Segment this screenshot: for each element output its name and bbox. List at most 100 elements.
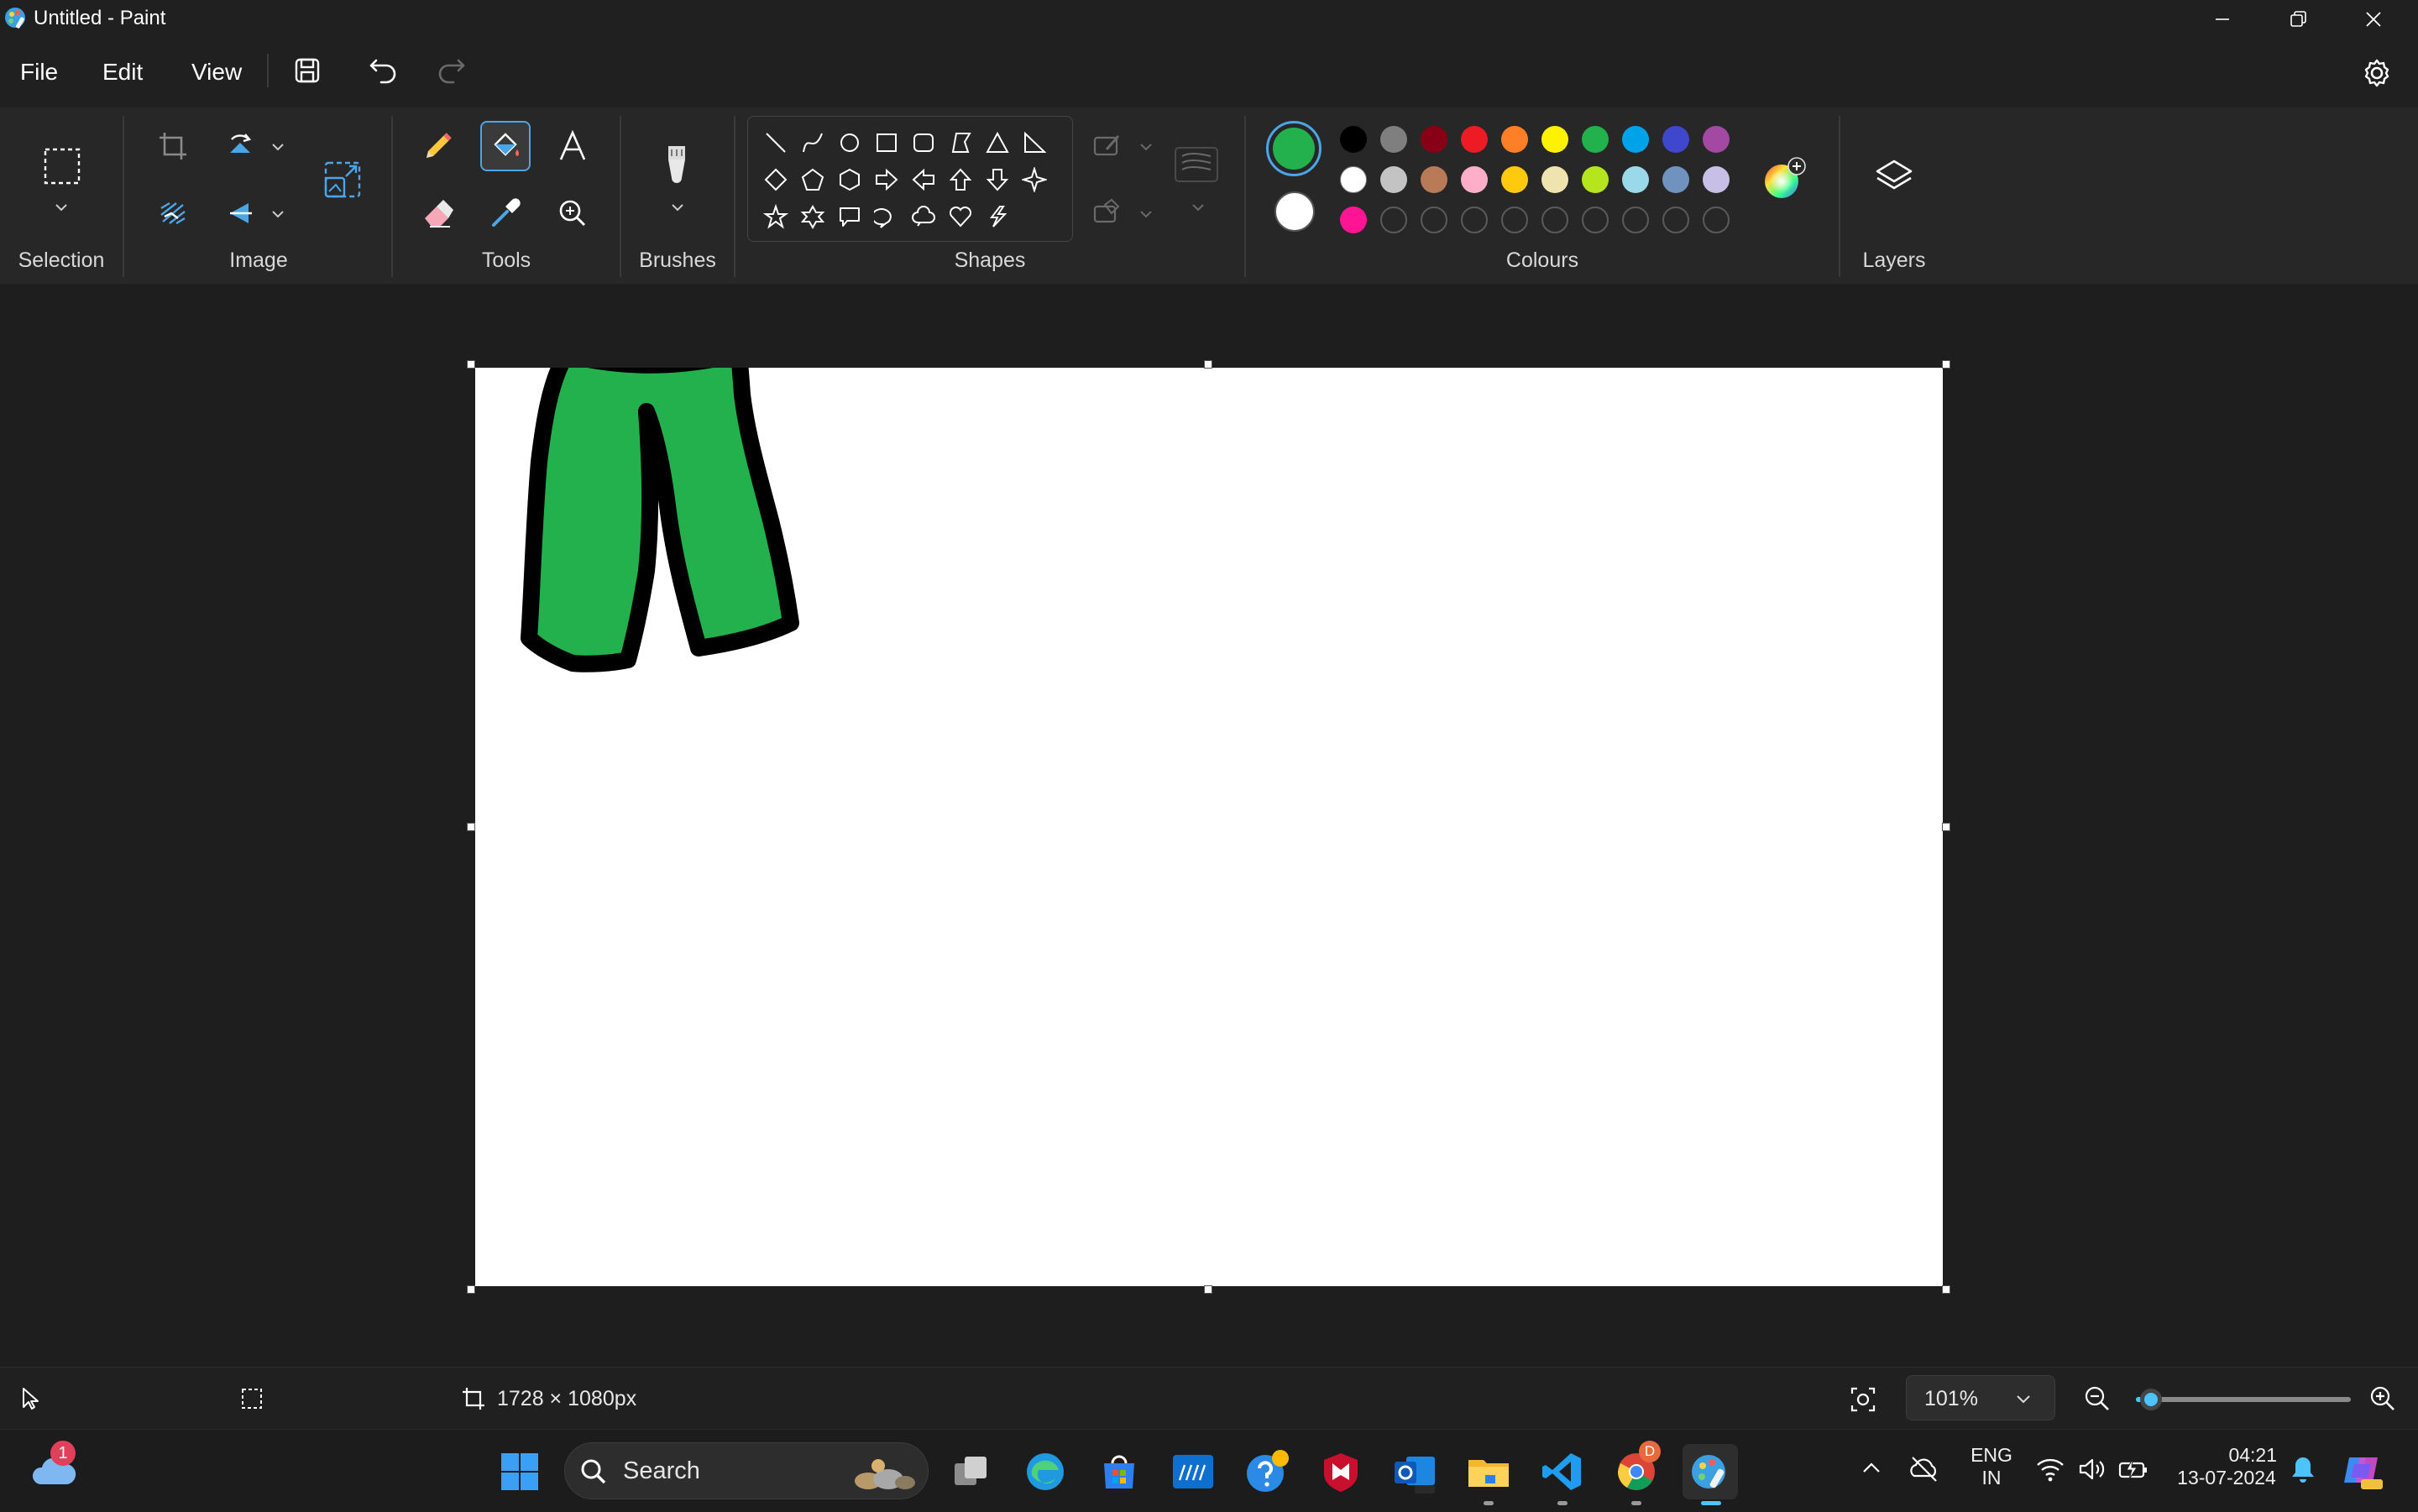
- minimize-button[interactable]: [2185, 0, 2260, 39]
- canvas-handle-top-right[interactable]: [1942, 360, 1950, 369]
- colour-swatch[interactable]: [1703, 126, 1730, 153]
- redo-button[interactable]: [433, 52, 468, 87]
- custom-colour-slot[interactable]: [1622, 207, 1649, 233]
- colour-swatch[interactable]: [1662, 166, 1689, 193]
- colour-swatch[interactable]: [1340, 207, 1367, 233]
- menu-edit[interactable]: Edit: [94, 55, 151, 89]
- heart-shape-icon[interactable]: [942, 198, 979, 235]
- crop-button[interactable]: [148, 121, 198, 171]
- colour-swatch[interactable]: [1662, 126, 1689, 153]
- six-point-star-shape-icon[interactable]: [794, 198, 831, 235]
- shape-fill-dropdown[interactable]: [1135, 203, 1157, 225]
- flip-dropdown[interactable]: [267, 203, 289, 225]
- start-button[interactable]: [492, 1444, 547, 1499]
- colour-swatch[interactable]: [1340, 126, 1367, 153]
- colour-swatch[interactable]: [1622, 126, 1649, 153]
- rounded-rectangle-shape-icon[interactable]: [905, 124, 942, 161]
- taskbar-app-file-explorer[interactable]: [1461, 1444, 1516, 1499]
- colour-swatch[interactable]: [1340, 166, 1367, 193]
- left-arrow-shape-icon[interactable]: [905, 161, 942, 198]
- oval-callout-shape-icon[interactable]: [868, 198, 905, 235]
- select-tool-button[interactable]: [37, 141, 87, 191]
- right-triangle-shape-icon[interactable]: [1016, 124, 1053, 161]
- colour-swatch[interactable]: [1703, 166, 1730, 193]
- custom-colour-slot[interactable]: [1380, 207, 1407, 233]
- taskbar-app-myhp[interactable]: [1165, 1444, 1221, 1499]
- task-view-button[interactable]: [944, 1444, 999, 1499]
- colour-swatch[interactable]: [1501, 166, 1528, 193]
- five-point-star-shape-icon[interactable]: [757, 198, 794, 235]
- custom-colour-slot[interactable]: [1582, 207, 1609, 233]
- custom-colour-slot[interactable]: [1662, 207, 1689, 233]
- canvas-handle-top-left[interactable]: [467, 360, 475, 369]
- taskbar-app-mcafee[interactable]: [1313, 1444, 1369, 1499]
- colour-swatch[interactable]: [1461, 126, 1488, 153]
- taskbar-app-store[interactable]: [1091, 1444, 1147, 1499]
- custom-colour-slot[interactable]: [1461, 207, 1488, 233]
- volume-status[interactable]: [2077, 1456, 2107, 1483]
- canvas-handle-top[interactable]: [1204, 360, 1212, 369]
- colour-swatch[interactable]: [1380, 166, 1407, 193]
- custom-colour-slot[interactable]: [1501, 207, 1528, 233]
- pentagon-shape-icon[interactable]: [794, 161, 831, 198]
- hexagon-shape-icon[interactable]: [831, 161, 868, 198]
- rotate-button[interactable]: [215, 121, 265, 171]
- rotate-dropdown[interactable]: [267, 136, 289, 158]
- colour-picker-button[interactable]: [480, 188, 531, 238]
- close-button[interactable]: [2336, 0, 2411, 39]
- lightning-shape-icon[interactable]: [979, 198, 1016, 235]
- diamond-shape-icon[interactable]: [757, 161, 794, 198]
- rectangular-callout-shape-icon[interactable]: [831, 198, 868, 235]
- pencil-button[interactable]: [413, 121, 463, 171]
- taskbar-app-vscode[interactable]: [1535, 1444, 1590, 1499]
- taskbar-app-edge[interactable]: [1018, 1444, 1073, 1499]
- menu-file[interactable]: File: [12, 55, 66, 89]
- battery-status[interactable]: [2117, 1456, 2149, 1483]
- four-point-star-shape-icon[interactable]: [1016, 161, 1053, 198]
- eraser-button[interactable]: [413, 188, 463, 238]
- custom-colour-slot[interactable]: [1421, 207, 1447, 233]
- taskbar-app-outlook[interactable]: [1387, 1444, 1442, 1499]
- fill-button[interactable]: [480, 121, 531, 171]
- resize-button[interactable]: [317, 154, 368, 205]
- triangle-shape-icon[interactable]: [979, 124, 1016, 161]
- line-shape-icon[interactable]: [757, 124, 794, 161]
- brushes-button[interactable]: [652, 139, 702, 190]
- canvas-handle-left[interactable]: [467, 823, 475, 831]
- language-indicator[interactable]: ENG IN: [1965, 1444, 2018, 1489]
- colour-swatch[interactable]: [1541, 126, 1568, 153]
- zoom-slider-track[interactable]: [2136, 1397, 2351, 1402]
- remove-background-button[interactable]: [148, 188, 198, 238]
- taskbar-app-paint[interactable]: [1683, 1444, 1738, 1499]
- settings-button[interactable]: [2356, 52, 2398, 94]
- right-arrow-shape-icon[interactable]: [868, 161, 905, 198]
- colour-swatch[interactable]: [1541, 166, 1568, 193]
- colour-swatch[interactable]: [1622, 166, 1649, 193]
- flip-button[interactable]: [215, 188, 265, 238]
- colour-swatch[interactable]: [1582, 166, 1609, 193]
- drawing-canvas[interactable]: [475, 368, 1943, 1286]
- brushes-dropdown[interactable]: [667, 196, 688, 218]
- custom-colour-slot[interactable]: [1541, 207, 1568, 233]
- save-button[interactable]: [290, 54, 324, 87]
- show-hidden-icons-button[interactable]: [1861, 1457, 1882, 1479]
- colour-swatch[interactable]: [1380, 126, 1407, 153]
- zoom-in-button[interactable]: [2368, 1384, 2398, 1414]
- colour-swatch[interactable]: [1582, 126, 1609, 153]
- cloud-callout-shape-icon[interactable]: [905, 198, 942, 235]
- canvas-handle-right[interactable]: [1942, 823, 1950, 831]
- taskbar-app-get-help[interactable]: [1239, 1444, 1295, 1499]
- line-size-button[interactable]: [1174, 146, 1219, 183]
- edit-colours-button[interactable]: [1761, 156, 1808, 203]
- line-size-dropdown[interactable]: [1187, 196, 1209, 218]
- canvas-handle-bottom[interactable]: [1204, 1285, 1212, 1294]
- zoom-slider-thumb[interactable]: [2140, 1389, 2162, 1410]
- up-arrow-shape-icon[interactable]: [942, 161, 979, 198]
- shape-fill-button[interactable]: [1091, 196, 1125, 230]
- custom-colour-slot[interactable]: [1703, 207, 1730, 233]
- restore-button[interactable]: [2260, 0, 2336, 39]
- outline-dropdown[interactable]: [1135, 136, 1157, 158]
- wifi-status[interactable]: [2035, 1456, 2065, 1483]
- zoom-out-button[interactable]: [2082, 1384, 2112, 1414]
- rectangle-shape-icon[interactable]: [868, 124, 905, 161]
